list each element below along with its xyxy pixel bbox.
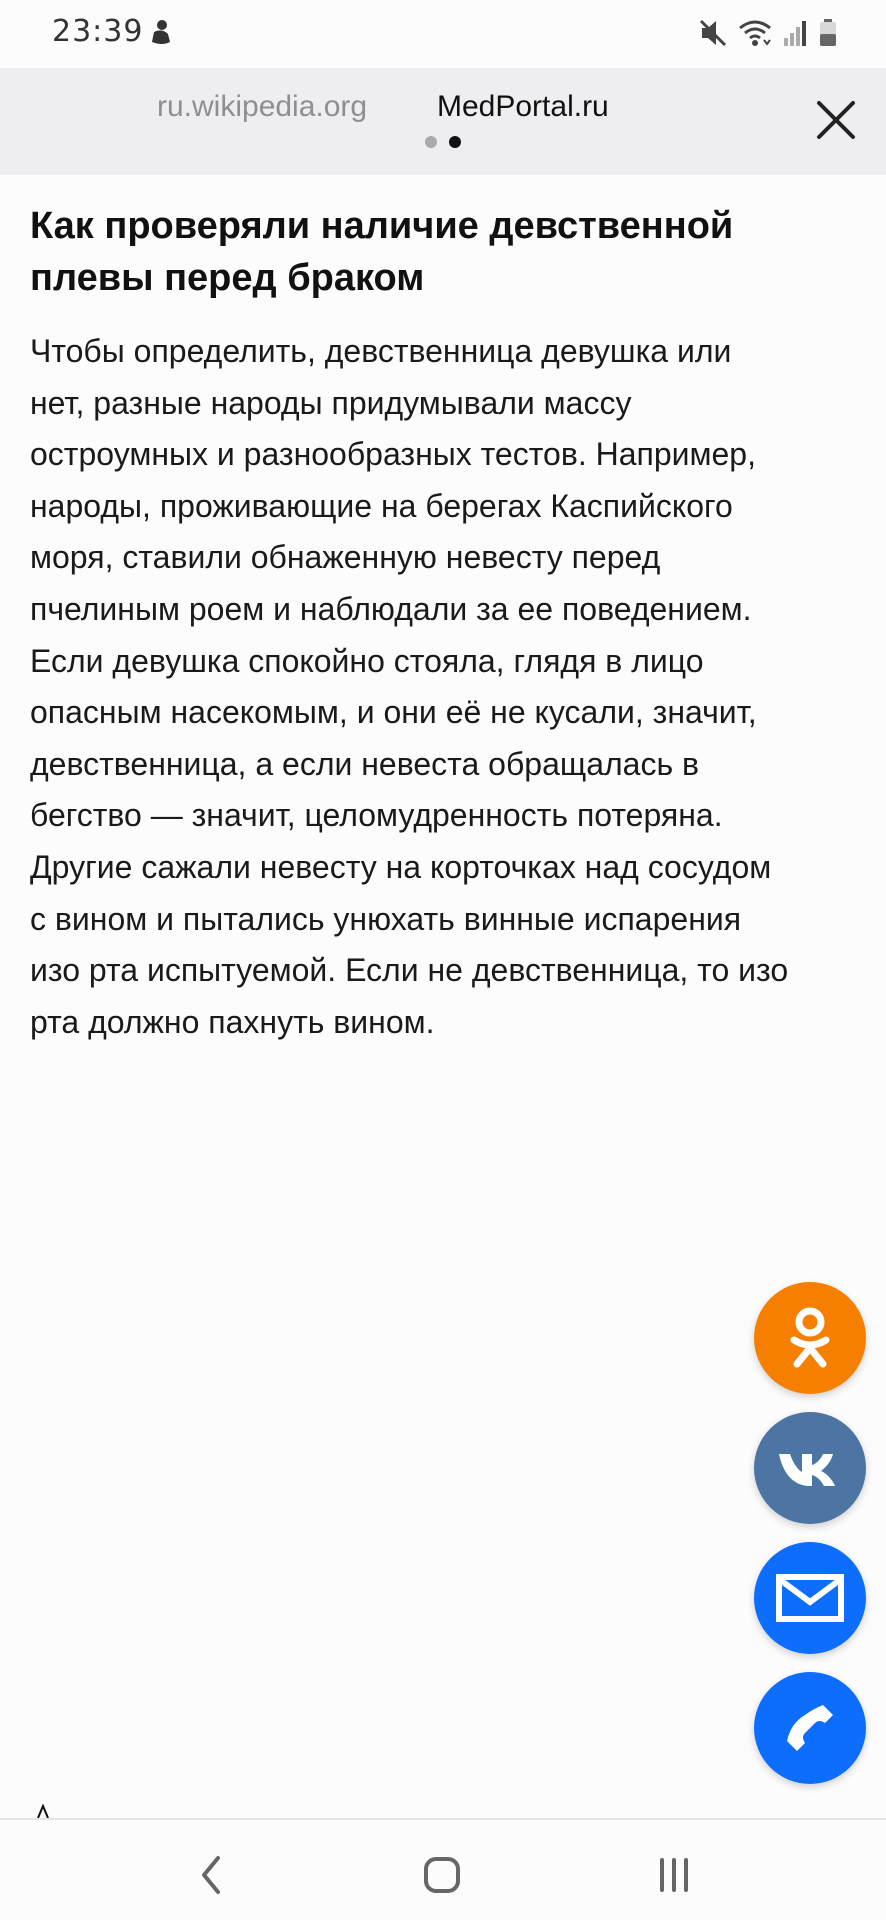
status-bar: 23:39: [0, 0, 886, 68]
article-line: Чтобы определить, девственница девушка и…: [30, 333, 732, 369]
odnoklassniki-icon: [790, 1307, 830, 1368]
wifi-icon: [739, 20, 771, 46]
back-icon[interactable]: [182, 1850, 242, 1900]
tab-medportal[interactable]: MedPortal.ru: [437, 90, 609, 124]
article-line: моря, ставили обнаженную невесту перед: [30, 539, 661, 576]
share-mail-button[interactable]: [754, 1542, 866, 1654]
page-indicator-dot-active: [449, 136, 461, 148]
article-line: с вином и пытались унюхать винные испаре…: [30, 900, 742, 937]
article-line: Если девушка спокойно стояла, глядя в ли…: [30, 642, 704, 679]
article-line: народы, проживающие на берегах Каспийско…: [30, 487, 733, 524]
article-line: остроумных и разнообразных тестов. Напри…: [30, 436, 756, 473]
recents-icon[interactable]: [644, 1850, 704, 1900]
source-tab-bar: ru.wikipedia.org MedPortal.ru: [0, 68, 886, 175]
article-line: пчелиным роем и наблюдали за ее поведени…: [30, 590, 752, 627]
system-nav-bar: [0, 1820, 886, 1920]
notification-figure-icon: [152, 20, 170, 44]
article: Как проверяли наличие девственной плевы …: [30, 200, 860, 1048]
article-line: девственница, а если невеста обращалась …: [30, 745, 700, 782]
home-icon[interactable]: [412, 1850, 472, 1900]
battery-icon: [820, 19, 836, 46]
article-line: нет, разные народы придумывали массу: [30, 384, 632, 421]
partial-text-glyph: [37, 1804, 49, 1818]
close-icon[interactable]: [816, 100, 856, 140]
phone-icon: [787, 1705, 833, 1751]
status-time: 23:39: [52, 14, 144, 49]
article-line: изо рта испытуемой. Если не девственница…: [30, 952, 789, 989]
article-line: опасным насекомым, и они её не кусали, з…: [30, 694, 757, 731]
article-line: бегство — значит, целомудренность потеря…: [30, 797, 723, 834]
page-indicator-dot: [425, 136, 437, 148]
page-indicator: [425, 136, 461, 148]
article-body: Чтобы определить, девственница девушка и…: [30, 326, 860, 1048]
signal-icon: [784, 21, 806, 46]
share-vk-button[interactable]: [754, 1412, 866, 1524]
status-icons: [698, 16, 838, 50]
article-title: Как проверяли наличие девственной плевы …: [30, 205, 734, 299]
mute-icon: [699, 19, 727, 47]
mail-icon: [776, 1574, 844, 1622]
article-line: рта должно пахнуть вином.: [30, 1003, 435, 1040]
share-phone-button[interactable]: [754, 1672, 866, 1784]
share-odnoklassniki-button[interactable]: [754, 1282, 866, 1394]
article-line: Другие сажали невесту на корточках над с…: [30, 848, 772, 885]
vk-icon: [779, 1454, 835, 1486]
tab-ru-wikipedia[interactable]: ru.wikipedia.org: [157, 90, 367, 124]
